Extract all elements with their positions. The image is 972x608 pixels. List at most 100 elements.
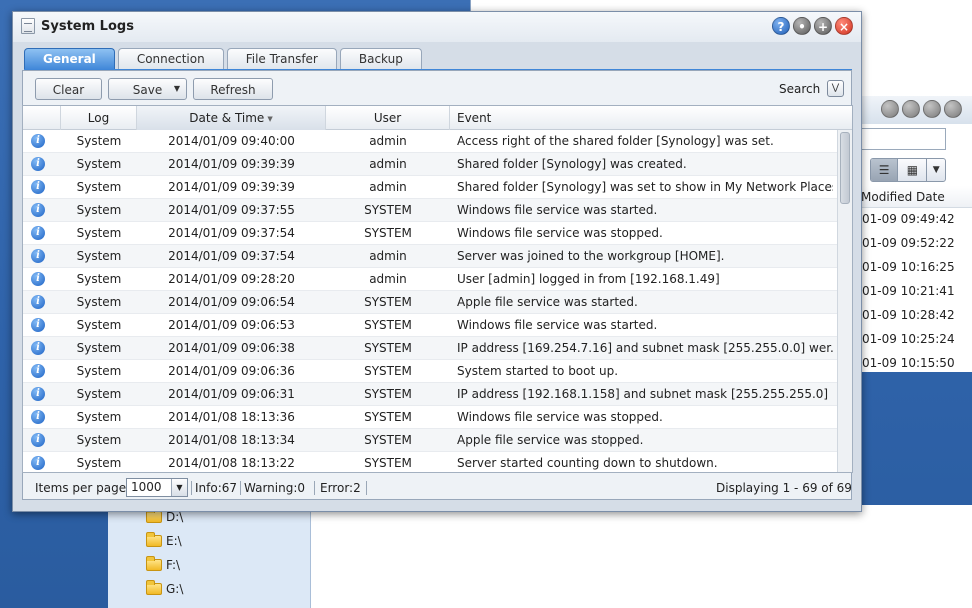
modified-date-column-header[interactable]: Modified Date — [858, 186, 972, 208]
items-per-page-value: 1000 — [131, 480, 162, 494]
table-row[interactable]: i System 2014/01/08 18:13:34 SYSTEM Apple fi… — [23, 429, 837, 452]
save-button-label: Save — [132, 83, 163, 97]
user-cell: SYSTEM — [364, 456, 412, 470]
table-row[interactable]: i System 2014/01/09 09:06:36 SYSTEM System s… — [23, 360, 837, 383]
folder-tree-item[interactable]: F:\ — [146, 555, 180, 575]
datetime-cell: 2014/01/09 09:28:20 — [168, 272, 295, 286]
scrollbar-thumb[interactable] — [840, 132, 850, 204]
info-icon: i — [31, 295, 45, 309]
info-icon: i — [31, 203, 45, 217]
sort-descending-icon: ▼ — [267, 114, 273, 123]
table-row[interactable]: i System 2014/01/09 09:37:55 SYSTEM Windows … — [23, 199, 837, 222]
info-icon: i — [31, 318, 45, 332]
column-header-datetime[interactable]: Date & Time ▼ — [137, 106, 326, 130]
modified-date-cell: 01-09 09:52:22 — [862, 236, 955, 250]
error-count: Error:2 — [320, 481, 361, 495]
table-row[interactable]: i System 2014/01/09 09:28:20 admin User [adm… — [23, 268, 837, 291]
event-cell: User [admin] logged in from [192.168.1.4… — [457, 272, 720, 286]
items-per-page-select[interactable]: 1000 ▼ — [126, 478, 188, 497]
event-cell: System started to boot up. — [457, 364, 619, 378]
table-row[interactable]: i System 2014/01/09 09:37:54 SYSTEM Windows … — [23, 222, 837, 245]
folder-icon — [146, 580, 162, 595]
save-button[interactable]: Save ▼ — [108, 78, 187, 100]
column-header-datetime-label: Date & Time — [189, 111, 265, 125]
folder-label: G:\ — [166, 582, 184, 596]
divider — [314, 481, 315, 495]
modified-date-cell: 01-09 10:28:42 — [862, 308, 955, 322]
table-row[interactable]: i System 2014/01/09 09:39:39 admin Shared fo… — [23, 176, 837, 199]
datetime-cell: 2014/01/09 09:37:54 — [168, 249, 295, 263]
log-cell: System — [76, 180, 122, 194]
user-cell: SYSTEM — [364, 364, 412, 378]
user-cell: admin — [369, 272, 407, 286]
clear-button[interactable]: Clear — [35, 78, 102, 100]
log-cell: System — [76, 157, 122, 171]
chevron-down-icon[interactable]: ▼ — [171, 479, 187, 496]
event-cell: Server was joined to the workgroup [HOME… — [457, 249, 725, 263]
help-icon[interactable]: ? — [772, 17, 790, 35]
table-row[interactable]: i System 2014/01/09 09:06:53 SYSTEM Windows … — [23, 314, 837, 337]
info-icon: i — [31, 134, 45, 148]
folder-icon — [146, 556, 162, 571]
chevron-down-icon[interactable]: ▼ — [927, 159, 945, 181]
log-cell: System — [76, 134, 122, 148]
minimize-icon[interactable]: • — [793, 17, 811, 35]
modified-date-cell: 01-09 10:21:41 — [862, 284, 955, 298]
tab-general[interactable]: General — [24, 48, 115, 70]
event-cell: Windows file service was started. — [457, 203, 658, 217]
event-cell: Windows file service was stopped. — [457, 410, 663, 424]
tab-file-transfer[interactable]: File Transfer — [226, 48, 337, 70]
log-cell: System — [76, 226, 122, 240]
log-cell: System — [76, 364, 122, 378]
expand-search-icon[interactable]: ⋁ — [827, 80, 844, 97]
maximize-icon[interactable] — [923, 100, 941, 118]
table-row[interactable]: i System 2014/01/09 09:06:38 SYSTEM IP addre… — [23, 337, 837, 360]
table-row[interactable]: i System 2014/01/08 18:13:36 SYSTEM Windows … — [23, 406, 837, 429]
search-label[interactable]: Search — [779, 82, 820, 96]
window-title: System Logs — [41, 19, 134, 34]
table-row[interactable]: i System 2014/01/09 09:06:54 SYSTEM Apple fi… — [23, 291, 837, 314]
table-row[interactable]: i System 2014/01/09 09:06:31 SYSTEM IP addre… — [23, 383, 837, 406]
table-row[interactable]: i System 2014/01/09 09:40:00 admin Access ri… — [23, 130, 837, 153]
table-row[interactable]: i System 2014/01/09 09:39:39 admin Shared fo… — [23, 153, 837, 176]
info-icon: i — [31, 433, 45, 447]
table-row[interactable]: i System 2014/01/09 09:37:54 admin Server wa… — [23, 245, 837, 268]
user-cell: SYSTEM — [364, 387, 412, 401]
folder-tree-panel — [108, 505, 311, 608]
column-header-event[interactable]: Event — [450, 106, 852, 130]
folder-tree-item[interactable]: E:\ — [146, 531, 182, 551]
column-header-log[interactable]: Log — [61, 106, 137, 130]
list-view-icon[interactable]: ☰ — [871, 159, 899, 181]
log-cell: System — [76, 341, 122, 355]
view-toggle[interactable]: ☰ ▦ ▼ — [870, 158, 946, 182]
vertical-scrollbar[interactable] — [837, 130, 852, 472]
close-icon[interactable]: × — [835, 17, 853, 35]
maximize-icon[interactable]: + — [814, 17, 832, 35]
info-icon: i — [31, 364, 45, 378]
tab-backup[interactable]: Backup — [339, 48, 422, 70]
user-cell: SYSTEM — [364, 203, 412, 217]
log-cell: System — [76, 295, 122, 309]
titlebar[interactable]: System Logs ? • + × — [13, 12, 861, 42]
refresh-button[interactable]: Refresh — [193, 78, 273, 100]
datetime-cell: 2014/01/09 09:39:39 — [168, 157, 295, 171]
table-row[interactable]: i System 2014/01/08 18:13:22 SYSTEM Server s… — [23, 452, 837, 472]
folder-tree-item[interactable]: G:\ — [146, 579, 183, 599]
minimize-icon[interactable] — [902, 100, 920, 118]
help-icon[interactable] — [881, 100, 899, 118]
tab-connection[interactable]: Connection — [117, 48, 224, 70]
column-header-user[interactable]: User — [326, 106, 450, 130]
close-icon[interactable] — [944, 100, 962, 118]
event-cell: Windows file service was stopped. — [457, 226, 663, 240]
user-cell: admin — [369, 134, 407, 148]
log-cell: System — [76, 249, 122, 263]
info-icon: i — [31, 272, 45, 286]
info-icon: i — [31, 456, 45, 470]
folder-icon — [146, 508, 162, 523]
user-cell: admin — [369, 157, 407, 171]
file-station-search-input[interactable] — [858, 128, 946, 150]
user-cell: SYSTEM — [364, 226, 412, 240]
user-cell: admin — [369, 180, 407, 194]
modified-date-cell: 01-09 10:16:25 — [862, 260, 955, 274]
thumbnail-view-icon[interactable]: ▦ — [898, 159, 928, 181]
